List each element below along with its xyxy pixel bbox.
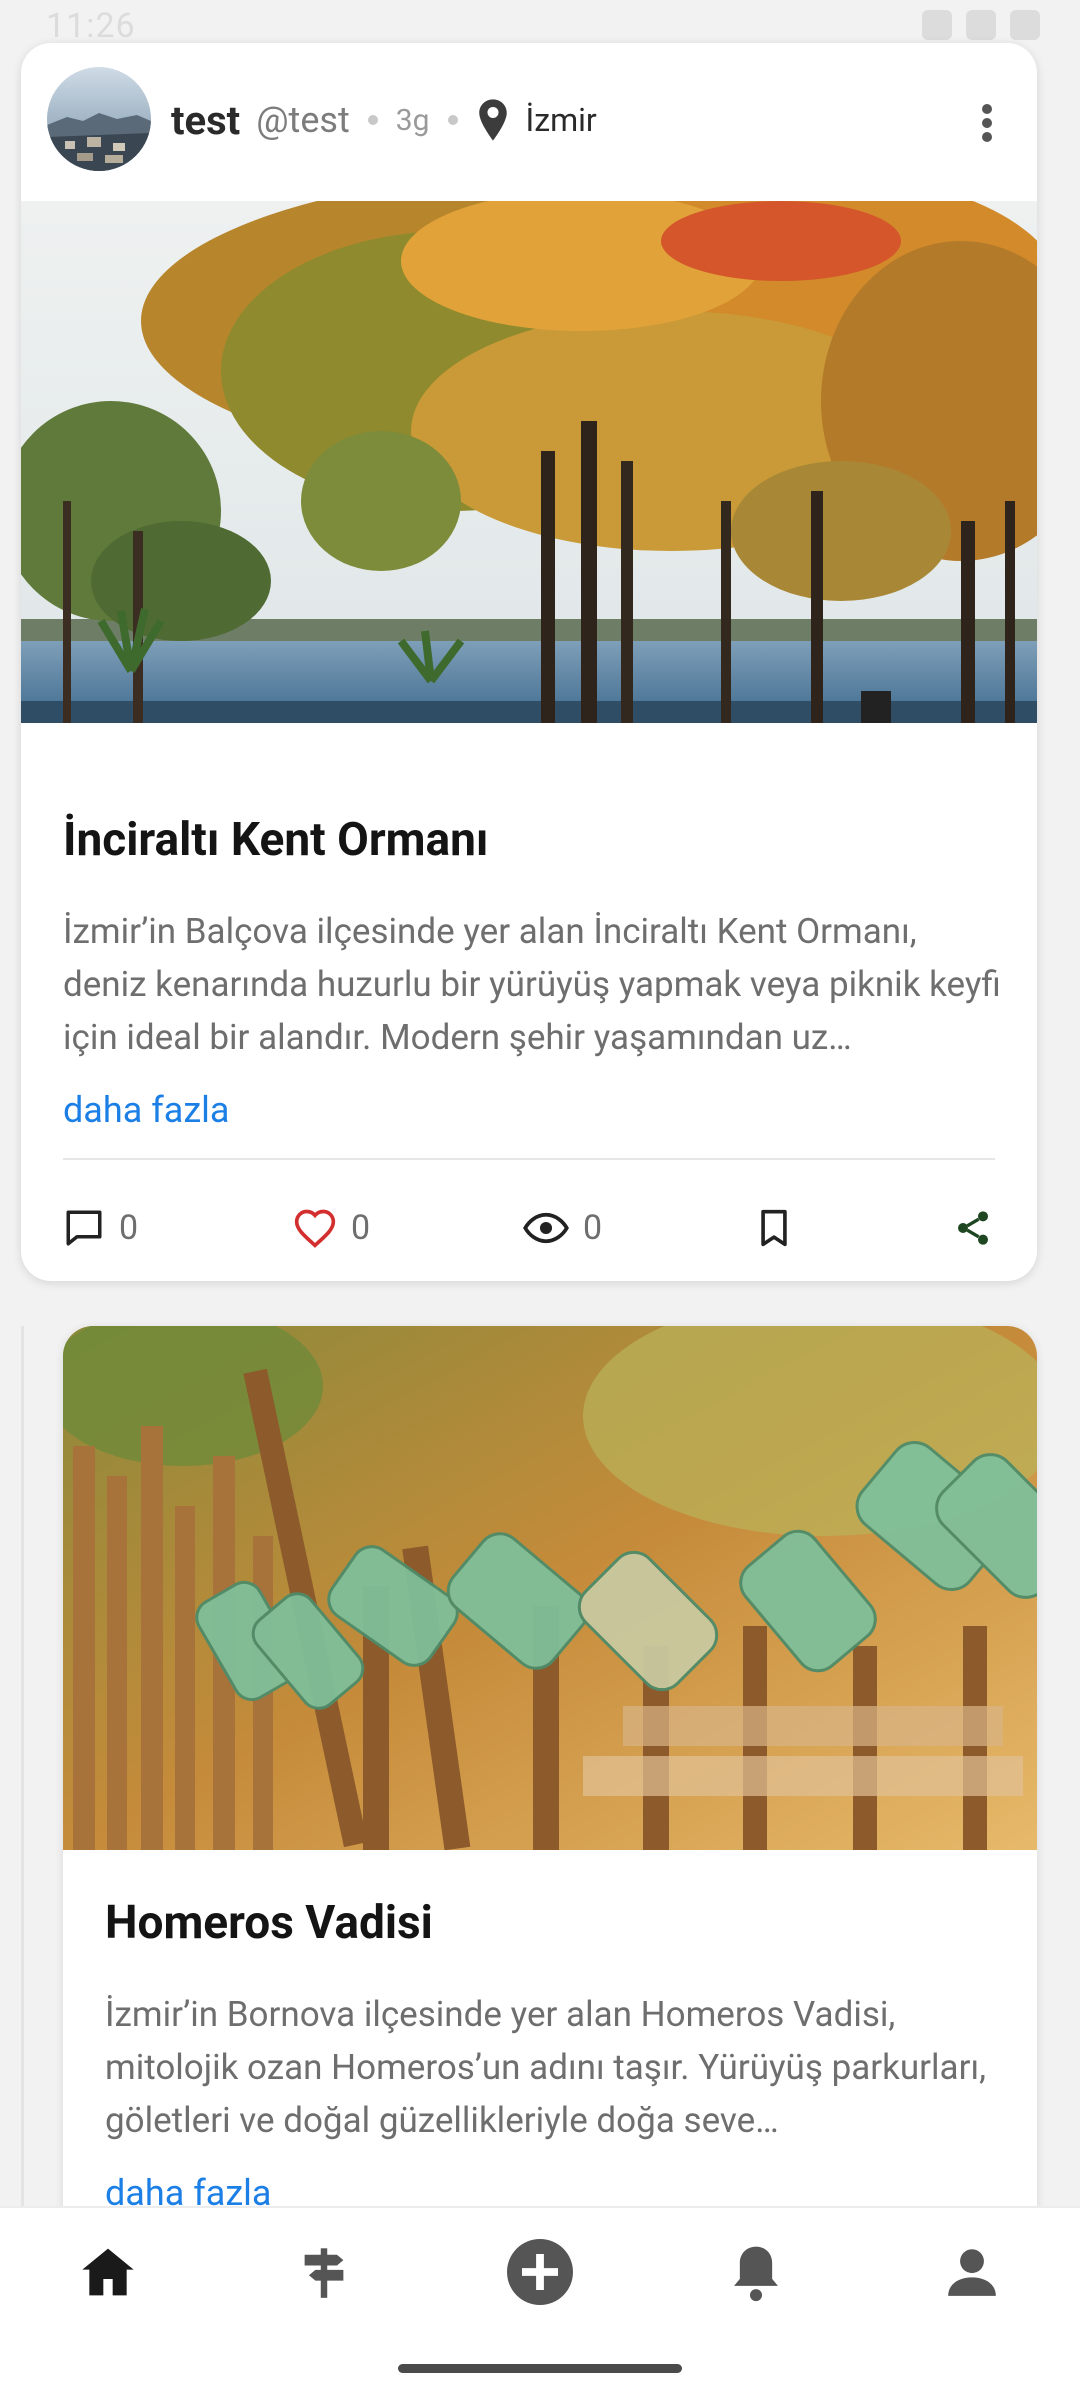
post-description: İzmir’in Bornova ilçesinde yer alan Home… [105,1994,986,2141]
notifications-icon [734,2246,778,2302]
comment-icon [66,1210,102,1246]
separator-dot [367,115,378,125]
avatar[interactable] [47,67,151,171]
divider [63,1158,995,1160]
wifi-icon [922,10,952,40]
share-button[interactable] [953,1193,993,1263]
thread-line [21,1326,24,2206]
home-indicator[interactable] [398,2364,682,2373]
bottom-navigation [0,2206,1080,2402]
post-header: test @test 3g İzmir [21,43,1037,201]
location-text: İzmir [525,101,597,139]
read-more-link[interactable]: daha fazla [63,1089,230,1131]
separator-dot [447,115,458,125]
home-icon [82,2248,134,2296]
share-icon [958,1211,988,1245]
user-name[interactable]: test [171,97,240,144]
comment-count: 0 [119,1208,139,1248]
more-options-button[interactable] [967,95,1007,151]
status-icons [922,10,1040,40]
post-image[interactable] [63,1326,1037,1850]
user-handle: @test [256,99,350,141]
comment-button[interactable]: 0 [63,1193,138,1263]
view-count: 0 [583,1208,603,1248]
post-description: İzmir’in Balçova ilçesinde yer alan İnci… [63,911,1001,1058]
post-title[interactable]: Homeros Vadisi [105,1896,433,1950]
add-circle-icon [507,2239,573,2305]
eye-icon [523,1212,569,1244]
status-bar: 11:26 [0,0,1080,46]
signal-icon [966,10,996,40]
nav-add-post[interactable] [504,2236,576,2308]
post-time: 3g [395,102,430,138]
more-vertical-icon [982,104,992,142]
action-bar: 0 0 0 [63,1193,995,1263]
nav-home[interactable] [72,2236,144,2308]
post-meta: test @test 3g İzmir [171,95,597,145]
nav-profile[interactable] [936,2236,1008,2308]
status-time: 11:26 [46,6,136,46]
nav-routes[interactable] [288,2236,360,2308]
views-indicator: 0 [523,1193,602,1263]
post-card[interactable]: test @test 3g İzmir İnciraltı Kent Orman… [21,43,1037,1281]
location-pin-icon [476,98,510,142]
like-button[interactable]: 0 [293,1193,370,1263]
heart-icon [294,1209,336,1248]
post-card[interactable]: Homeros Vadisi İzmir’in Bornova ilçesind… [63,1326,1037,2326]
post-title[interactable]: İnciraltı Kent Ormanı [63,813,488,867]
bookmark-icon [761,1209,787,1247]
signpost-icon [304,2248,344,2298]
profile-icon [948,2249,996,2296]
nav-notifications[interactable] [720,2236,792,2308]
post-image[interactable] [21,201,1037,723]
post-location[interactable]: İzmir [476,98,597,142]
battery-icon [1010,10,1040,40]
like-count: 0 [351,1208,371,1248]
bookmark-button[interactable] [757,1193,791,1263]
